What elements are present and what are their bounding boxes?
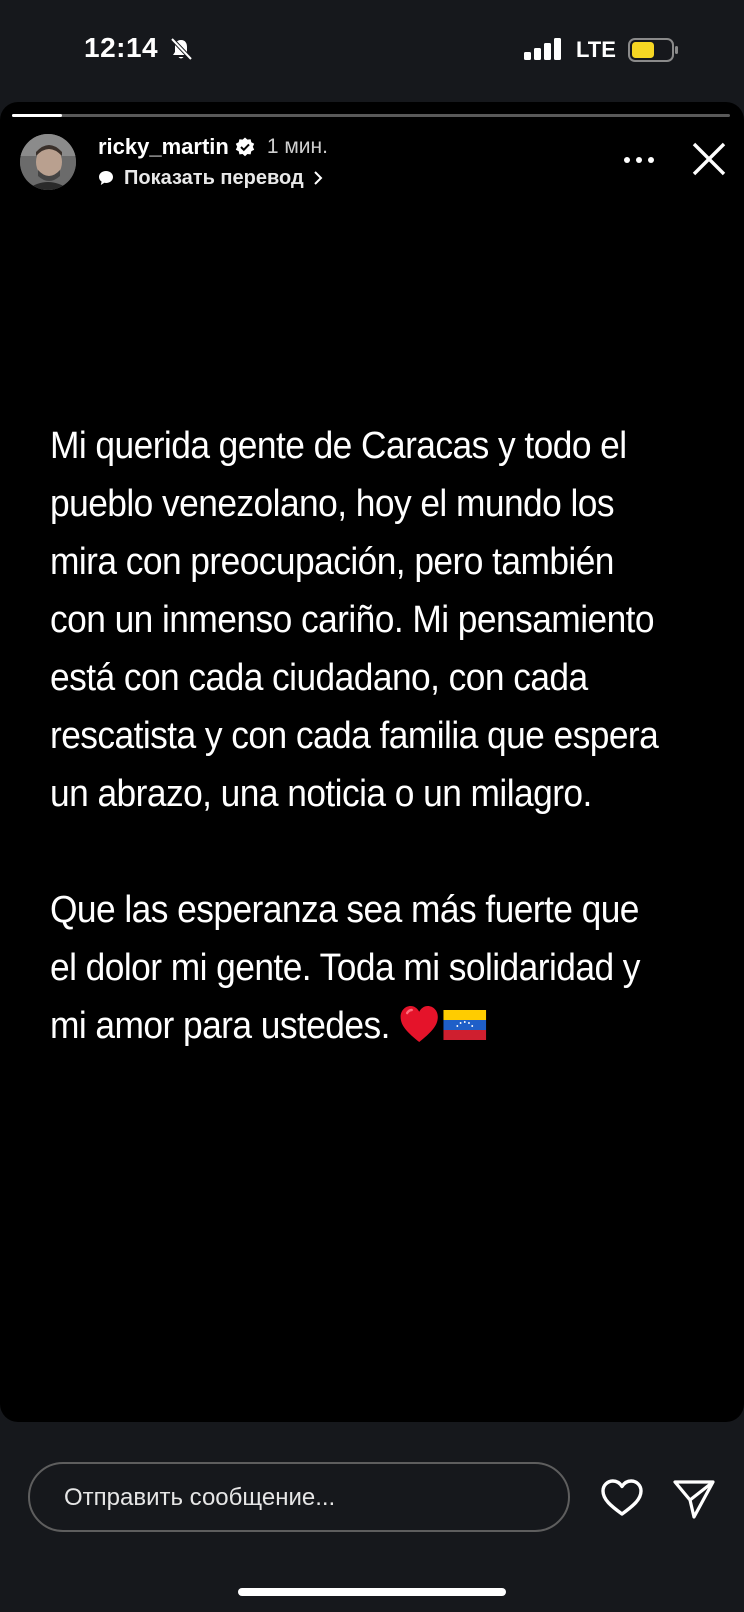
status-time: 12:14: [84, 32, 159, 63]
close-icon[interactable]: [690, 140, 728, 178]
venezuela-flag-emoji: [443, 1010, 487, 1040]
story-paragraph-2-text: Que las esperanza sea más fuerte que el …: [50, 889, 640, 1047]
profile-photo: [20, 134, 76, 190]
show-translation-label: Показать перевод: [124, 166, 304, 189]
reply-message-input[interactable]: Отправить сообщение...: [28, 1462, 570, 1532]
heart-icon[interactable]: [600, 1478, 644, 1518]
story-paragraph-1: Mi querida gente de Caracas y todo el pu…: [50, 425, 659, 815]
red-heart-emoji: [401, 1006, 439, 1042]
story-progress-bar: [12, 114, 730, 117]
battery-icon: [628, 38, 678, 62]
signal-strength-icon: [524, 38, 561, 60]
home-indicator[interactable]: [238, 1588, 506, 1596]
username[interactable]: ricky_martin: [98, 134, 229, 160]
verified-badge-icon: [235, 137, 255, 157]
show-translation-link[interactable]: Показать перевод: [98, 164, 324, 192]
network-type: LTE: [576, 37, 616, 62]
avatar[interactable]: [20, 134, 76, 190]
story-paragraph-2: Que las esperanza sea más fuerte que el …: [50, 881, 664, 1055]
reply-placeholder: Отправить сообщение...: [64, 1484, 336, 1511]
chevron-right-icon: [313, 171, 323, 185]
status-bar: 12:14 LTE: [0, 0, 744, 100]
story-progress-fill: [12, 114, 63, 117]
send-icon[interactable]: [672, 1478, 716, 1520]
story-header: ricky_martin 1 мин.: [98, 132, 328, 162]
post-time: 1 мин.: [266, 135, 328, 158]
story-text: Mi querida gente de Caracas y todo el pu…: [50, 417, 664, 1055]
speech-bubble-icon: [99, 171, 113, 185]
story-view[interactable]: ricky_martin 1 мин. Показать перевод Mi …: [0, 102, 744, 1422]
more-options-icon[interactable]: [622, 154, 656, 166]
bell-slash-icon: [170, 37, 193, 61]
